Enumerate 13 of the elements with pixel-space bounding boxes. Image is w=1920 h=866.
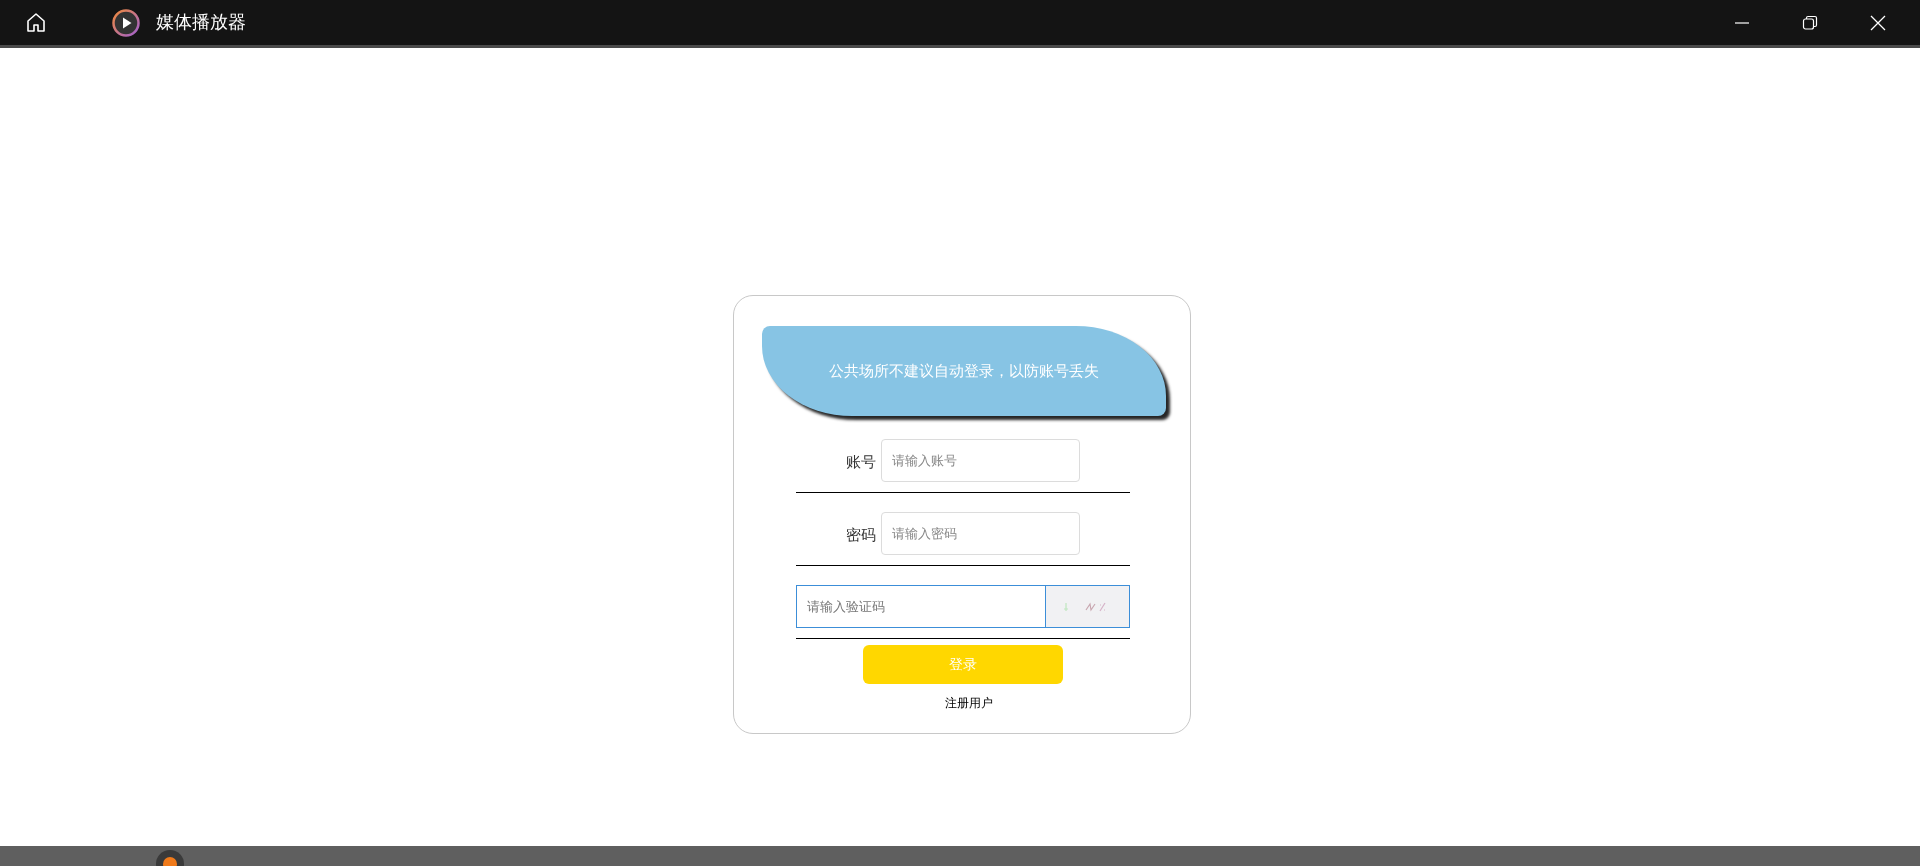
field-label: 密码 <box>845 525 877 546</box>
restore-icon[interactable] <box>1802 14 1818 31</box>
register-link[interactable]: 注册用户 <box>945 694 993 712</box>
play-logo-icon <box>112 8 140 37</box>
captcha-image[interactable] <box>1045 585 1130 628</box>
notice-banner: 公共场所不建议自动登录，以防账号丢失 <box>762 326 1166 416</box>
window-title: 媒体播放器 <box>156 11 246 34</box>
field-label: 账号 <box>845 452 877 473</box>
captcha-field[interactable]: 请输入验证码 <box>796 585 1045 628</box>
input-field[interactable]: 请输入账号 <box>881 439 1080 482</box>
input-field[interactable]: 请输入密码 <box>881 512 1080 555</box>
close-icon[interactable] <box>1869 13 1887 32</box>
home-icon[interactable] <box>24 10 48 35</box>
